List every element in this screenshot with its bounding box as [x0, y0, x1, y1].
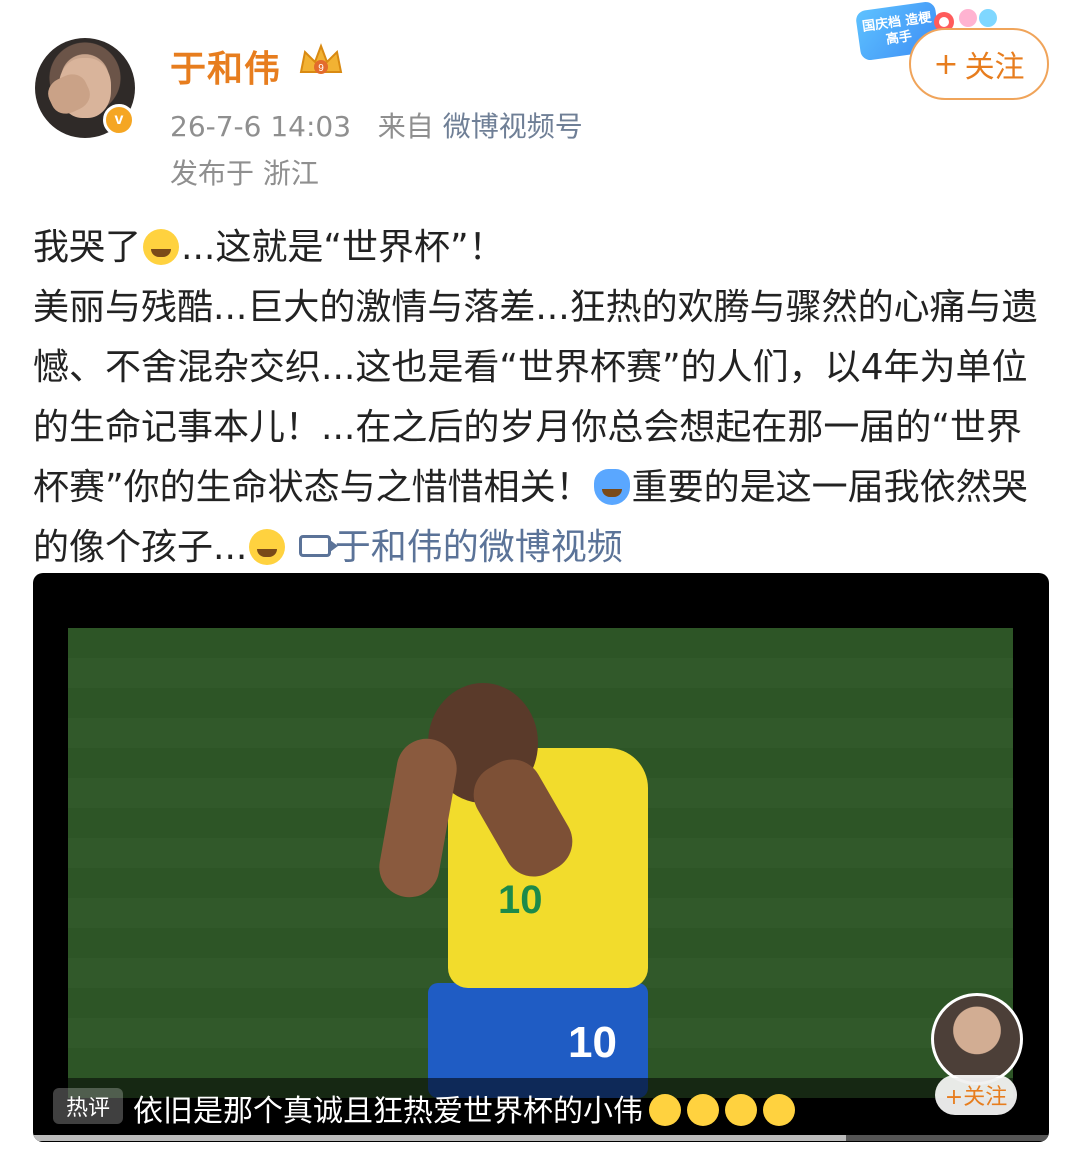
post-timestamp: 26-7-6 14:03 — [170, 110, 352, 143]
post-header: v 于和伟 9 26-7-6 14:03 来自 微博视频号 发布于 浙江 国庆档… — [0, 0, 1080, 200]
crying-emoji-icon — [649, 1094, 681, 1126]
shorts-number: 10 — [568, 1018, 617, 1067]
source-link[interactable]: 微博视频号 — [443, 110, 583, 143]
video-link[interactable]: 于和伟的微博视频 — [298, 527, 623, 568]
post-meta: 26-7-6 14:03 来自 微博视频号 — [170, 105, 583, 145]
crying-emoji-icon — [687, 1094, 719, 1126]
hot-comment-tag: 热评 — [53, 1088, 123, 1124]
post-content: 我哭了 ...这就是“世界杯”！ 美丽与残酷...巨大的激情与落差...狂热的欢腾… — [33, 218, 1053, 578]
video-player[interactable]: 10 10 热评 依旧是那个真诚且狂热爱世界杯的小伟 +关注 — [33, 573, 1049, 1142]
plus-icon: + — [933, 46, 959, 82]
verified-badge-icon: v — [103, 104, 135, 136]
post-line-1b: ...这就是“世界杯”！ — [181, 227, 505, 268]
hot-comment[interactable]: 依旧是那个真诚且狂热爱世界杯的小伟 — [133, 1086, 795, 1130]
post-location: 发布于 浙江 — [170, 157, 319, 190]
post-body: 美丽与残酷...巨大的激情与落差...狂热的欢腾与骤然的心痛与遗憾、不舍混杂交织… — [33, 278, 1053, 578]
crying-emoji-icon — [763, 1094, 795, 1126]
crying-emoji-icon — [725, 1094, 757, 1126]
crying-emoji-icon — [249, 529, 286, 565]
video-author-avatar[interactable] — [931, 993, 1023, 1085]
hot-comment-bar: 热评 依旧是那个真诚且狂热爱世界杯的小伟 — [33, 1078, 1049, 1133]
video-frame: 10 10 — [68, 628, 1013, 1098]
username[interactable]: 于和伟 — [170, 40, 281, 92]
source-prefix: 来自 — [377, 110, 434, 143]
crown-badge-icon: 9 — [299, 43, 343, 74]
follow-button[interactable]: + 关注 — [909, 28, 1049, 100]
shirt-number: 10 — [498, 878, 543, 922]
video-camera-icon — [298, 535, 338, 557]
hot-comment-text: 依旧是那个真诚且狂热爱世界杯的小伟 — [133, 1094, 643, 1129]
post-text: 我哭了 ...这就是“世界杯”！ — [33, 218, 1053, 278]
hug-emoji-icon — [593, 469, 630, 505]
follow-label: 关注 — [964, 50, 1025, 85]
post-line-1a: 我哭了 — [33, 227, 142, 268]
crying-emoji-icon — [143, 229, 180, 265]
svg-text:9: 9 — [318, 63, 324, 74]
video-link-label: 于和伟的微博视频 — [334, 527, 623, 568]
video-follow-button[interactable]: +关注 — [935, 1075, 1017, 1115]
video-progress-fill — [33, 1135, 846, 1141]
